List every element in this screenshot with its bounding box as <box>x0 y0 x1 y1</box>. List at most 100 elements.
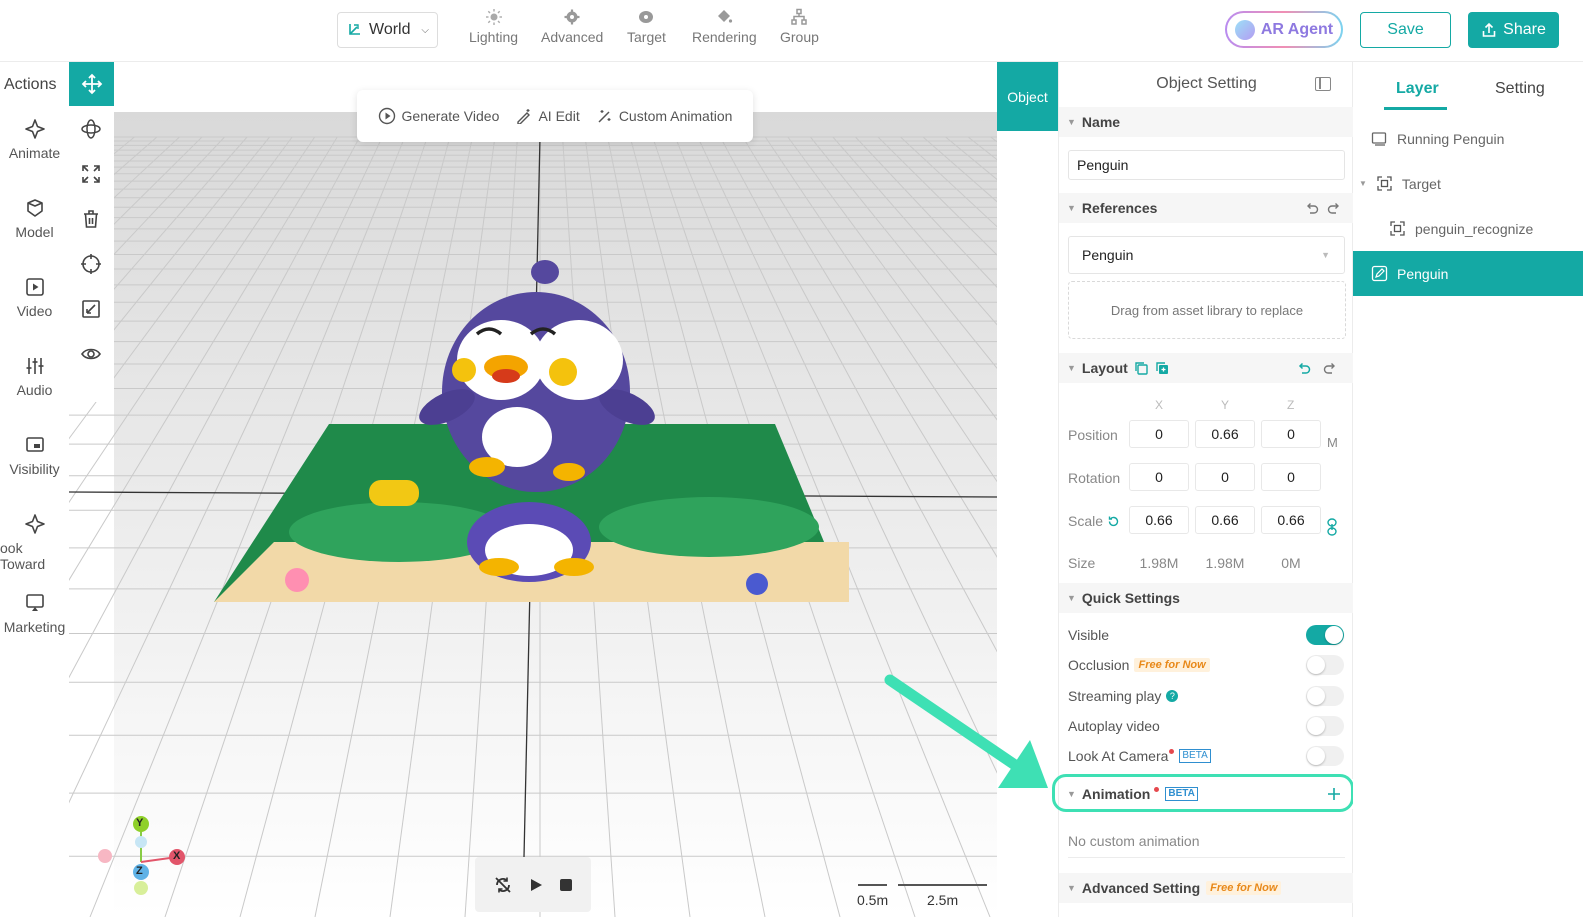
ai-edit-label: AI Edit <box>538 108 580 124</box>
group-label: Group <box>780 29 819 45</box>
world-label: World <box>369 21 411 38</box>
scale-label: Scale <box>1068 513 1104 529</box>
scene-icon <box>1371 132 1387 146</box>
tab-layer[interactable]: Layer <box>1396 80 1439 98</box>
layer-item-target[interactable]: ▼ Target <box>1353 161 1583 206</box>
actions-sidebar: Actions Animate Model Video Audio Visibi… <box>0 62 69 917</box>
layout-section-header[interactable]: ▼ Layout <box>1059 353 1354 383</box>
stop-icon[interactable] <box>559 878 573 892</box>
loop-off-icon[interactable] <box>493 875 513 895</box>
action-audio[interactable]: Audio <box>0 355 69 398</box>
rotation-x-input[interactable]: 0 <box>1129 463 1189 491</box>
reference-select[interactable]: Penguin ▼ <box>1068 236 1345 274</box>
world-dropdown[interactable]: World ⌵ <box>337 12 438 48</box>
target-tool[interactable]: Target <box>627 8 666 45</box>
redo-icon[interactable] <box>1327 201 1341 215</box>
rendering-tool[interactable]: Rendering <box>692 8 757 45</box>
action-video[interactable]: Video <box>0 276 69 319</box>
asset-dropzone[interactable]: Drag from asset library to replace <box>1068 281 1346 339</box>
paste-icon[interactable] <box>1155 361 1170 376</box>
save-button[interactable]: Save <box>1360 12 1451 48</box>
share-button[interactable]: Share <box>1468 12 1559 48</box>
rotation-y-input[interactable]: 0 <box>1195 463 1255 491</box>
gizmo-z-label: Z <box>136 865 143 877</box>
name-input[interactable]: Penguin <box>1068 150 1345 180</box>
advanced-tool[interactable]: Advanced <box>541 8 603 45</box>
layer-item-running-penguin[interactable]: Running Penguin <box>1353 116 1583 161</box>
position-z-input[interactable]: 0 <box>1261 420 1321 448</box>
action-marketing[interactable]: Marketing <box>0 592 69 635</box>
lock-ratio-icon[interactable] <box>1326 518 1338 536</box>
axis-y-label: Y <box>1221 398 1230 412</box>
rotation-z-input[interactable]: 0 <box>1261 463 1321 491</box>
crosshair-icon[interactable] <box>80 253 102 275</box>
scale-x-input[interactable]: 0.66 <box>1129 506 1189 534</box>
advanced-setting-label: Advanced Setting <box>1081 880 1201 896</box>
action-animate[interactable]: Animate <box>0 118 69 161</box>
scale-y-input[interactable]: 0.66 <box>1195 506 1255 534</box>
collapse-panel-icon[interactable] <box>1315 77 1331 91</box>
help-icon[interactable]: ? <box>1166 690 1179 702</box>
model-edit-icon <box>1371 265 1388 282</box>
axis-z-label: Z <box>1287 398 1295 412</box>
look-at-camera-label: Look At Camera <box>1068 748 1169 764</box>
redo-icon[interactable] <box>1323 361 1337 375</box>
layer-item-penguin[interactable]: Penguin <box>1353 251 1583 296</box>
position-label: Position <box>1068 427 1118 443</box>
share-icon <box>1482 22 1496 37</box>
look-at-camera-toggle[interactable] <box>1306 746 1344 766</box>
scale-z-input[interactable]: 0.66 <box>1261 506 1321 534</box>
sun-icon <box>485 9 502 25</box>
scale-row-label: Scale <box>1068 513 1120 529</box>
visible-toggle[interactable] <box>1306 625 1344 645</box>
group-tool[interactable]: Group <box>780 8 819 45</box>
custom-animation-button[interactable]: Custom Animation <box>597 108 732 124</box>
eye-icon[interactable] <box>80 343 102 365</box>
tab-setting[interactable]: Setting <box>1495 80 1545 98</box>
3d-viewport[interactable]: Y X Z Generate Video AI Edit Custom Anim… <box>69 62 997 917</box>
undo-icon[interactable] <box>1297 361 1311 375</box>
divider <box>1068 857 1345 858</box>
object-tab[interactable]: Object <box>997 62 1058 131</box>
hierarchy-icon <box>791 8 808 25</box>
layer-item-penguin-recognize[interactable]: penguin_recognize <box>1353 206 1583 251</box>
lighting-tool[interactable]: Lighting <box>469 8 518 45</box>
play-icon[interactable] <box>528 877 544 893</box>
action-look-toward[interactable]: ook Toward <box>0 513 69 572</box>
scale-tool-icon[interactable] <box>80 163 102 185</box>
action-visibility[interactable]: Visibility <box>0 434 69 477</box>
paint-bucket-icon <box>718 10 733 23</box>
name-section-header[interactable]: ▼ Name <box>1059 107 1354 137</box>
rotate-tool-icon[interactable] <box>80 118 102 140</box>
caret-down-icon: ▼ <box>1067 883 1076 893</box>
reset-icon[interactable] <box>1107 515 1120 528</box>
autoplay-video-toggle[interactable] <box>1306 716 1344 736</box>
action-marketing-label: Marketing <box>3 619 66 635</box>
actions-title: Actions <box>4 76 57 93</box>
copy-icon[interactable] <box>1134 361 1149 376</box>
fit-view-icon[interactable] <box>80 298 102 320</box>
quick-settings-header[interactable]: ▼ Quick Settings <box>1059 583 1354 613</box>
occlusion-toggle[interactable] <box>1306 655 1344 675</box>
streaming-play-toggle[interactable] <box>1306 686 1344 706</box>
beta-badge: BETA <box>1179 749 1211 763</box>
sliders-icon <box>26 358 43 374</box>
action-model[interactable]: Model <box>0 197 69 240</box>
layer-item-label: Target <box>1401 175 1441 192</box>
delete-icon[interactable] <box>80 208 102 230</box>
position-x-input[interactable]: 0 <box>1129 420 1189 448</box>
autoplay-video-setting: Autoplay video <box>1068 718 1160 734</box>
ar-agent-button[interactable]: AR Agent <box>1225 11 1343 48</box>
layer-panel: Layer Setting Running Penguin ▼ Target p… <box>1353 62 1583 917</box>
undo-icon[interactable] <box>1305 201 1319 215</box>
advanced-setting-header[interactable]: ▼ Advanced Setting Free for Now <box>1059 873 1354 903</box>
ai-edit-button[interactable]: AI Edit <box>516 108 580 124</box>
look-at-camera-setting: Look At Camera BETA <box>1068 748 1211 764</box>
world-axis-icon <box>349 24 360 35</box>
caret-down-icon: ▼ <box>1359 179 1367 188</box>
ar-agent-icon <box>1234 19 1255 40</box>
references-section-header[interactable]: ▼ References <box>1059 193 1354 223</box>
generate-video-button[interactable]: Generate Video <box>378 107 499 125</box>
move-tool[interactable] <box>69 62 114 106</box>
position-y-input[interactable]: 0.66 <box>1195 420 1255 448</box>
